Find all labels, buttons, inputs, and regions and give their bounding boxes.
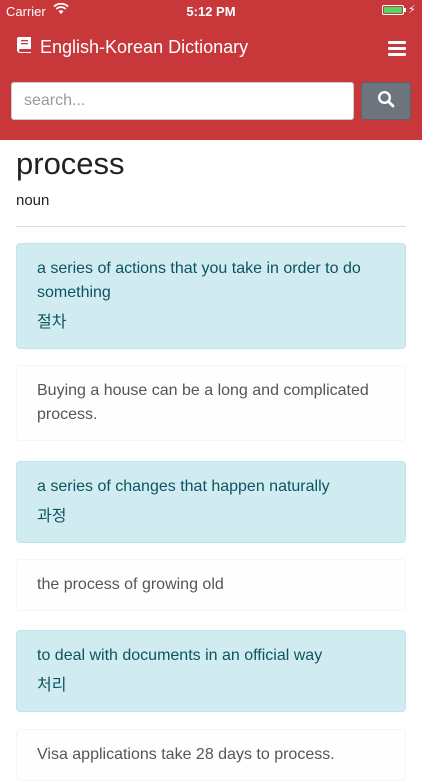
hamburger-menu-button[interactable] bbox=[384, 38, 410, 60]
definition-card: to deal with documents in an official wa… bbox=[16, 630, 406, 712]
korean-translation: 과정 bbox=[37, 508, 67, 525]
example-text: Visa applications take 28 days to proces… bbox=[37, 746, 335, 763]
example-card: Buying a house can be a long and complic… bbox=[16, 365, 406, 441]
definition-text: a series of actions that you take in ord… bbox=[37, 260, 361, 301]
headword: process bbox=[16, 146, 125, 181]
korean-translation: 처리 bbox=[37, 677, 67, 694]
battery-icon bbox=[382, 5, 406, 15]
search-input[interactable] bbox=[11, 82, 354, 120]
korean-translation: 절차 bbox=[37, 314, 67, 331]
example-card: the process of growing old bbox=[16, 559, 406, 611]
definition-text: to deal with documents in an official wa… bbox=[37, 647, 323, 664]
app-title: English-Korean Dictionary bbox=[40, 37, 249, 57]
status-bar: Carrier 5:12 PM ⚡ bbox=[0, 0, 422, 22]
clock: 5:12 PM bbox=[186, 4, 236, 19]
app-brand[interactable]: English-Korean Dictionary bbox=[16, 36, 248, 59]
header-bar: English-Korean Dictionary bbox=[0, 22, 422, 140]
search-icon bbox=[377, 90, 395, 113]
divider bbox=[16, 226, 406, 227]
example-text: Buying a house can be a long and complic… bbox=[37, 382, 369, 423]
example-text: the process of growing old bbox=[37, 576, 224, 593]
example-card: Visa applications take 28 days to proces… bbox=[16, 729, 406, 781]
definition-text: a series of changes that happen naturall… bbox=[37, 478, 330, 495]
charging-icon: ⚡ bbox=[408, 4, 416, 16]
search-button[interactable] bbox=[361, 82, 411, 120]
definition-card: a series of changes that happen naturall… bbox=[16, 461, 406, 543]
book-icon bbox=[16, 36, 33, 59]
definition-card: a series of actions that you take in ord… bbox=[16, 243, 406, 349]
part-of-speech: noun bbox=[16, 192, 50, 209]
